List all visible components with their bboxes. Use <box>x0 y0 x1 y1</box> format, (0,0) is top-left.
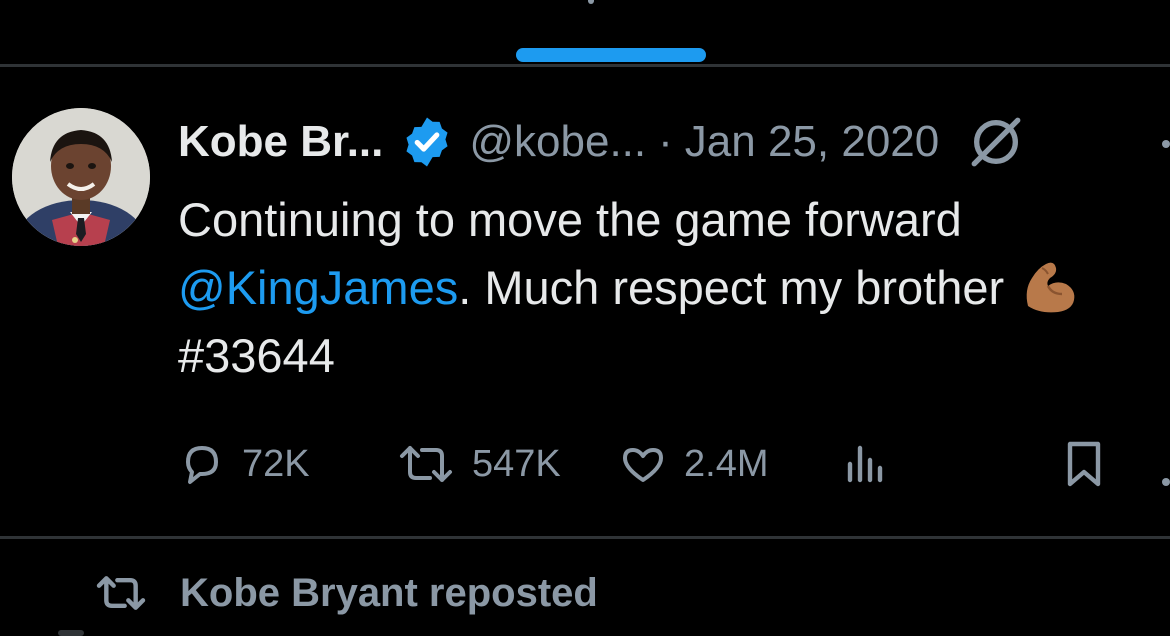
repost-count: 547K <box>472 442 561 485</box>
display-name[interactable]: Kobe Br... <box>178 117 383 167</box>
hashtag-text[interactable]: #33644 <box>178 329 335 382</box>
verified-badge-icon[interactable] <box>399 114 455 170</box>
hashtag-link[interactable]: #33644 <box>178 322 1168 390</box>
tweet-text-rest: . Much respect my brother <box>458 261 1005 314</box>
tweet-header: Kobe Br... @kobe... · Jan 25, 2020 <box>178 112 1025 172</box>
more-options-icon[interactable] <box>1162 140 1170 148</box>
tweet-date[interactable]: Jan 25, 2020 <box>685 117 939 167</box>
grok-icon[interactable] <box>967 113 1025 171</box>
active-tab-indicator <box>516 48 706 62</box>
repost-icon <box>400 446 452 482</box>
reply-icon <box>186 446 218 484</box>
views-button[interactable] <box>842 432 890 496</box>
avatar[interactable] <box>12 108 150 246</box>
repost-context-label: Kobe Bryant reposted <box>180 570 598 615</box>
bookmark-button[interactable] <box>1060 432 1108 496</box>
share-icon[interactable] <box>1162 478 1170 486</box>
repost-button[interactable]: 547K <box>396 432 561 496</box>
tweet-actions: 72K 547K 2.4M <box>178 432 1128 496</box>
next-tweet-edge <box>58 630 84 636</box>
top-scroll-marker <box>588 0 594 4</box>
flexed-biceps-emoji <box>1018 256 1078 316</box>
divider-bottom <box>0 536 1170 539</box>
reply-button[interactable]: 72K <box>178 432 310 496</box>
tweet-text-line-1: Continuing to move the game forward <box>178 193 962 246</box>
analytics-icon <box>847 445 883 483</box>
like-count: 2.4M <box>684 442 769 485</box>
repost-context[interactable]: Kobe Bryant reposted <box>92 566 598 620</box>
tweet-text-line-2: @KingJames. Much respect my brother <box>178 254 1168 322</box>
bookmark-icon <box>1067 441 1101 487</box>
handle[interactable]: @kobe... <box>469 117 646 167</box>
divider-top <box>0 64 1170 67</box>
tweet-text: Continuing to move the game forward @Kin… <box>178 186 1168 390</box>
reply-count: 72K <box>242 442 310 485</box>
repost-icon <box>96 576 146 610</box>
mention-link[interactable]: @KingJames <box>178 261 458 314</box>
header-separator: · <box>658 117 673 166</box>
heart-icon <box>623 448 663 482</box>
like-button[interactable]: 2.4M <box>618 432 768 496</box>
